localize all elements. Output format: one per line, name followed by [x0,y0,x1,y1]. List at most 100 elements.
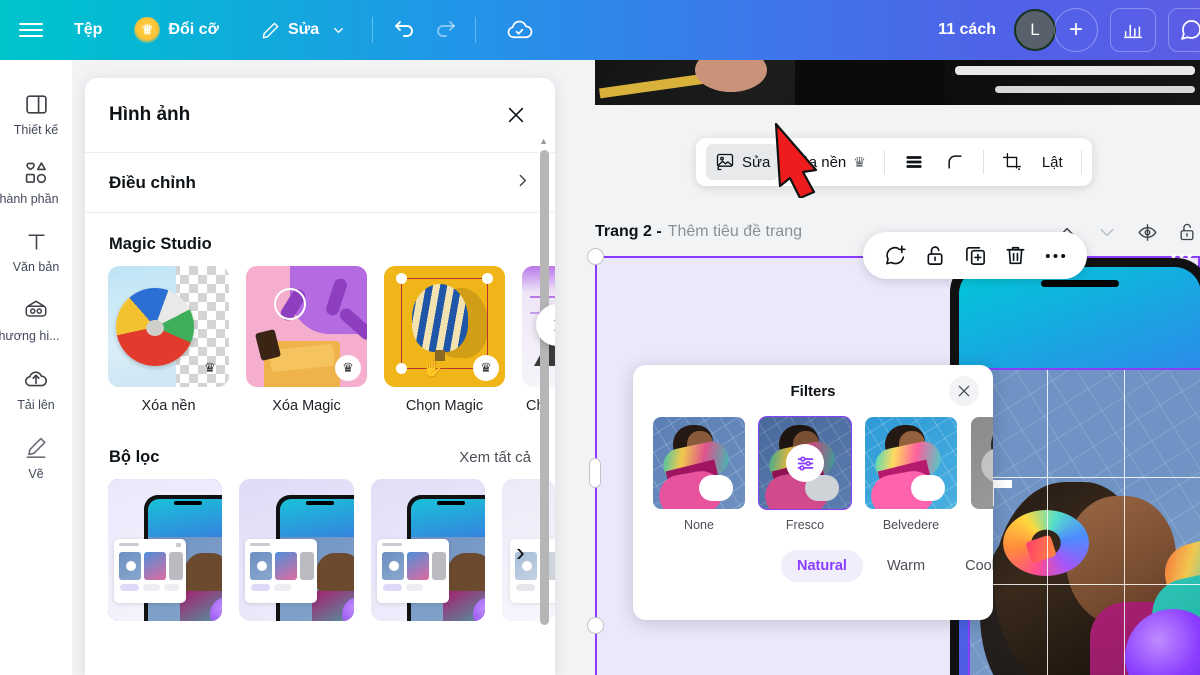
crown-icon: ♛ [473,355,499,381]
magic-card-magic-grab[interactable]: ✋ ♛ Chọn Magic [384,266,505,414]
upload-cloud-icon [23,366,49,392]
phone-notch [1041,280,1119,287]
hide-page-button[interactable] [1136,221,1158,243]
undo-icon [395,21,413,37]
redo-button[interactable] [425,9,467,51]
sidebar-item-elements[interactable]: hành phần [0,150,72,214]
sidebar-item-uploads[interactable]: Tải lên [0,356,72,420]
delete-element-button[interactable] [998,239,1032,273]
sidebar-item-label: hành phần [0,192,59,206]
selected-photo[interactable] [968,368,1200,675]
divider [883,150,885,174]
bar-chart-icon [1123,24,1143,39]
brand-icon [23,297,49,323]
filters-popup-header: Filters [633,365,993,417]
chevron-down-icon [331,23,346,38]
thumbnail: ✋ ♛ [384,266,505,387]
undo-button[interactable] [383,9,425,51]
scroll-up-arrow[interactable]: ▲ [539,136,548,146]
lock-element-button[interactable] [918,239,952,273]
filters-popup: Filters None Fresco Belvedere Natural Wa… [633,365,993,620]
sidebar-item-label: hương hi... [0,329,60,343]
sidebar-item-design[interactable]: Thiết kế [0,82,72,145]
corner-radius-button[interactable] [936,144,974,180]
adjust-label: Điều chỉnh [109,172,196,192]
filter-thumbnail-list: None Fresco Belvedere [633,416,993,532]
hamburger-icon[interactable] [0,20,62,41]
close-icon[interactable] [501,100,531,130]
crown-icon: ♛ [335,355,361,381]
pen-draw-icon [23,435,49,461]
move-page-down-button[interactable] [1096,221,1118,243]
edit-mode-label: Sửa [287,21,320,38]
close-icon[interactable] [949,376,979,406]
shapes-icon [23,160,49,186]
filter-option-fresco[interactable]: Fresco [758,416,852,532]
adjust-sliders-icon [786,444,824,482]
sidebar-item-brand[interactable]: hương hi... [0,287,72,351]
thumbnail: ♛ [108,266,229,387]
tab-natural[interactable]: Natural [781,550,863,582]
sidebar-item-label: Vẽ [28,467,44,481]
insights-button[interactable] [1110,8,1156,52]
duplicate-element-button[interactable] [958,239,992,273]
avatar[interactable]: L [1014,9,1056,51]
transparency-icon [903,152,925,172]
panel-scrollbar[interactable] [540,150,549,625]
image-edit-icon [715,152,735,172]
topbar-right-group: 11 cách L + [938,8,1200,52]
file-menu-button[interactable]: Tệp [62,14,114,46]
sidebar-item-text[interactable]: Văn bản [0,219,72,282]
magic-card-label: Chỉ [526,398,548,414]
more-options-button[interactable] [1038,239,1072,273]
duplicate-icon [965,247,985,265]
divider [1080,150,1082,174]
comments-button[interactable] [1168,8,1200,52]
filter-tone-tabs: Natural Warm Cool [633,550,993,582]
cloud-save-button[interactable] [498,9,540,51]
see-all-link[interactable]: Xem tất cả [459,449,531,466]
filter-thumb[interactable] [370,479,486,621]
filter-label: None [684,518,714,532]
filter-option-none[interactable]: None [653,417,745,532]
remove-background-label: Xóa nền [790,153,847,171]
thumbnail [865,417,957,509]
more-dots-icon [1045,253,1065,258]
selection-handle-middle-left[interactable] [589,458,601,488]
remove-background-button[interactable]: Xóa nền ♛ [781,144,874,180]
transparency-button[interactable] [894,144,934,180]
add-collaborator-button[interactable]: + [1054,8,1098,52]
edit-mode-button[interactable]: Sửa [249,14,358,47]
canvas-more-options-button[interactable] [1169,240,1194,266]
selection-handle-bottom-left[interactable] [587,617,604,634]
selection-handle-top-left[interactable] [587,248,604,265]
avatar-initial: L [1030,20,1040,39]
layout-icon [24,92,49,117]
filter-option-partial[interactable] [971,417,993,532]
filter-thumb[interactable] [239,479,354,621]
tab-warm[interactable]: Warm [871,550,941,582]
rounded-corner-icon [945,152,965,172]
adjust-row[interactable]: Điều chỉnh [85,153,555,213]
divider [372,17,374,43]
flip-button[interactable]: Lật [1033,144,1072,180]
transparency-glyph [906,156,922,168]
lock-open-icon [1180,223,1194,241]
tab-label: Natural [797,558,847,574]
chevron-right-icon[interactable]: › [516,537,525,568]
filter-option-belvedere[interactable]: Belvedere [865,417,957,532]
magic-card-label: Xóa Magic [272,398,341,414]
edit-image-button[interactable]: Sửa [706,144,780,180]
tab-label: Cool [965,558,993,574]
magic-card-bg-remover[interactable]: ♛ Xóa nền [108,266,229,414]
crop-button[interactable] [993,144,1031,180]
add-comment-button[interactable] [878,239,912,273]
page-title-placeholder[interactable]: Thêm tiêu đề trang [668,223,802,241]
filters-header: Bộ lọc Xem tất cả [85,414,555,479]
filter-thumb[interactable] [108,479,223,621]
trash-icon [1006,246,1024,265]
resize-button[interactable]: ♕ Đổi cỡ [122,10,231,50]
magic-card-magic-eraser[interactable]: ♛ Xóa Magic [246,266,367,414]
tab-cool[interactable]: Cool [949,550,993,582]
sidebar-item-draw[interactable]: Vẽ [0,425,72,489]
